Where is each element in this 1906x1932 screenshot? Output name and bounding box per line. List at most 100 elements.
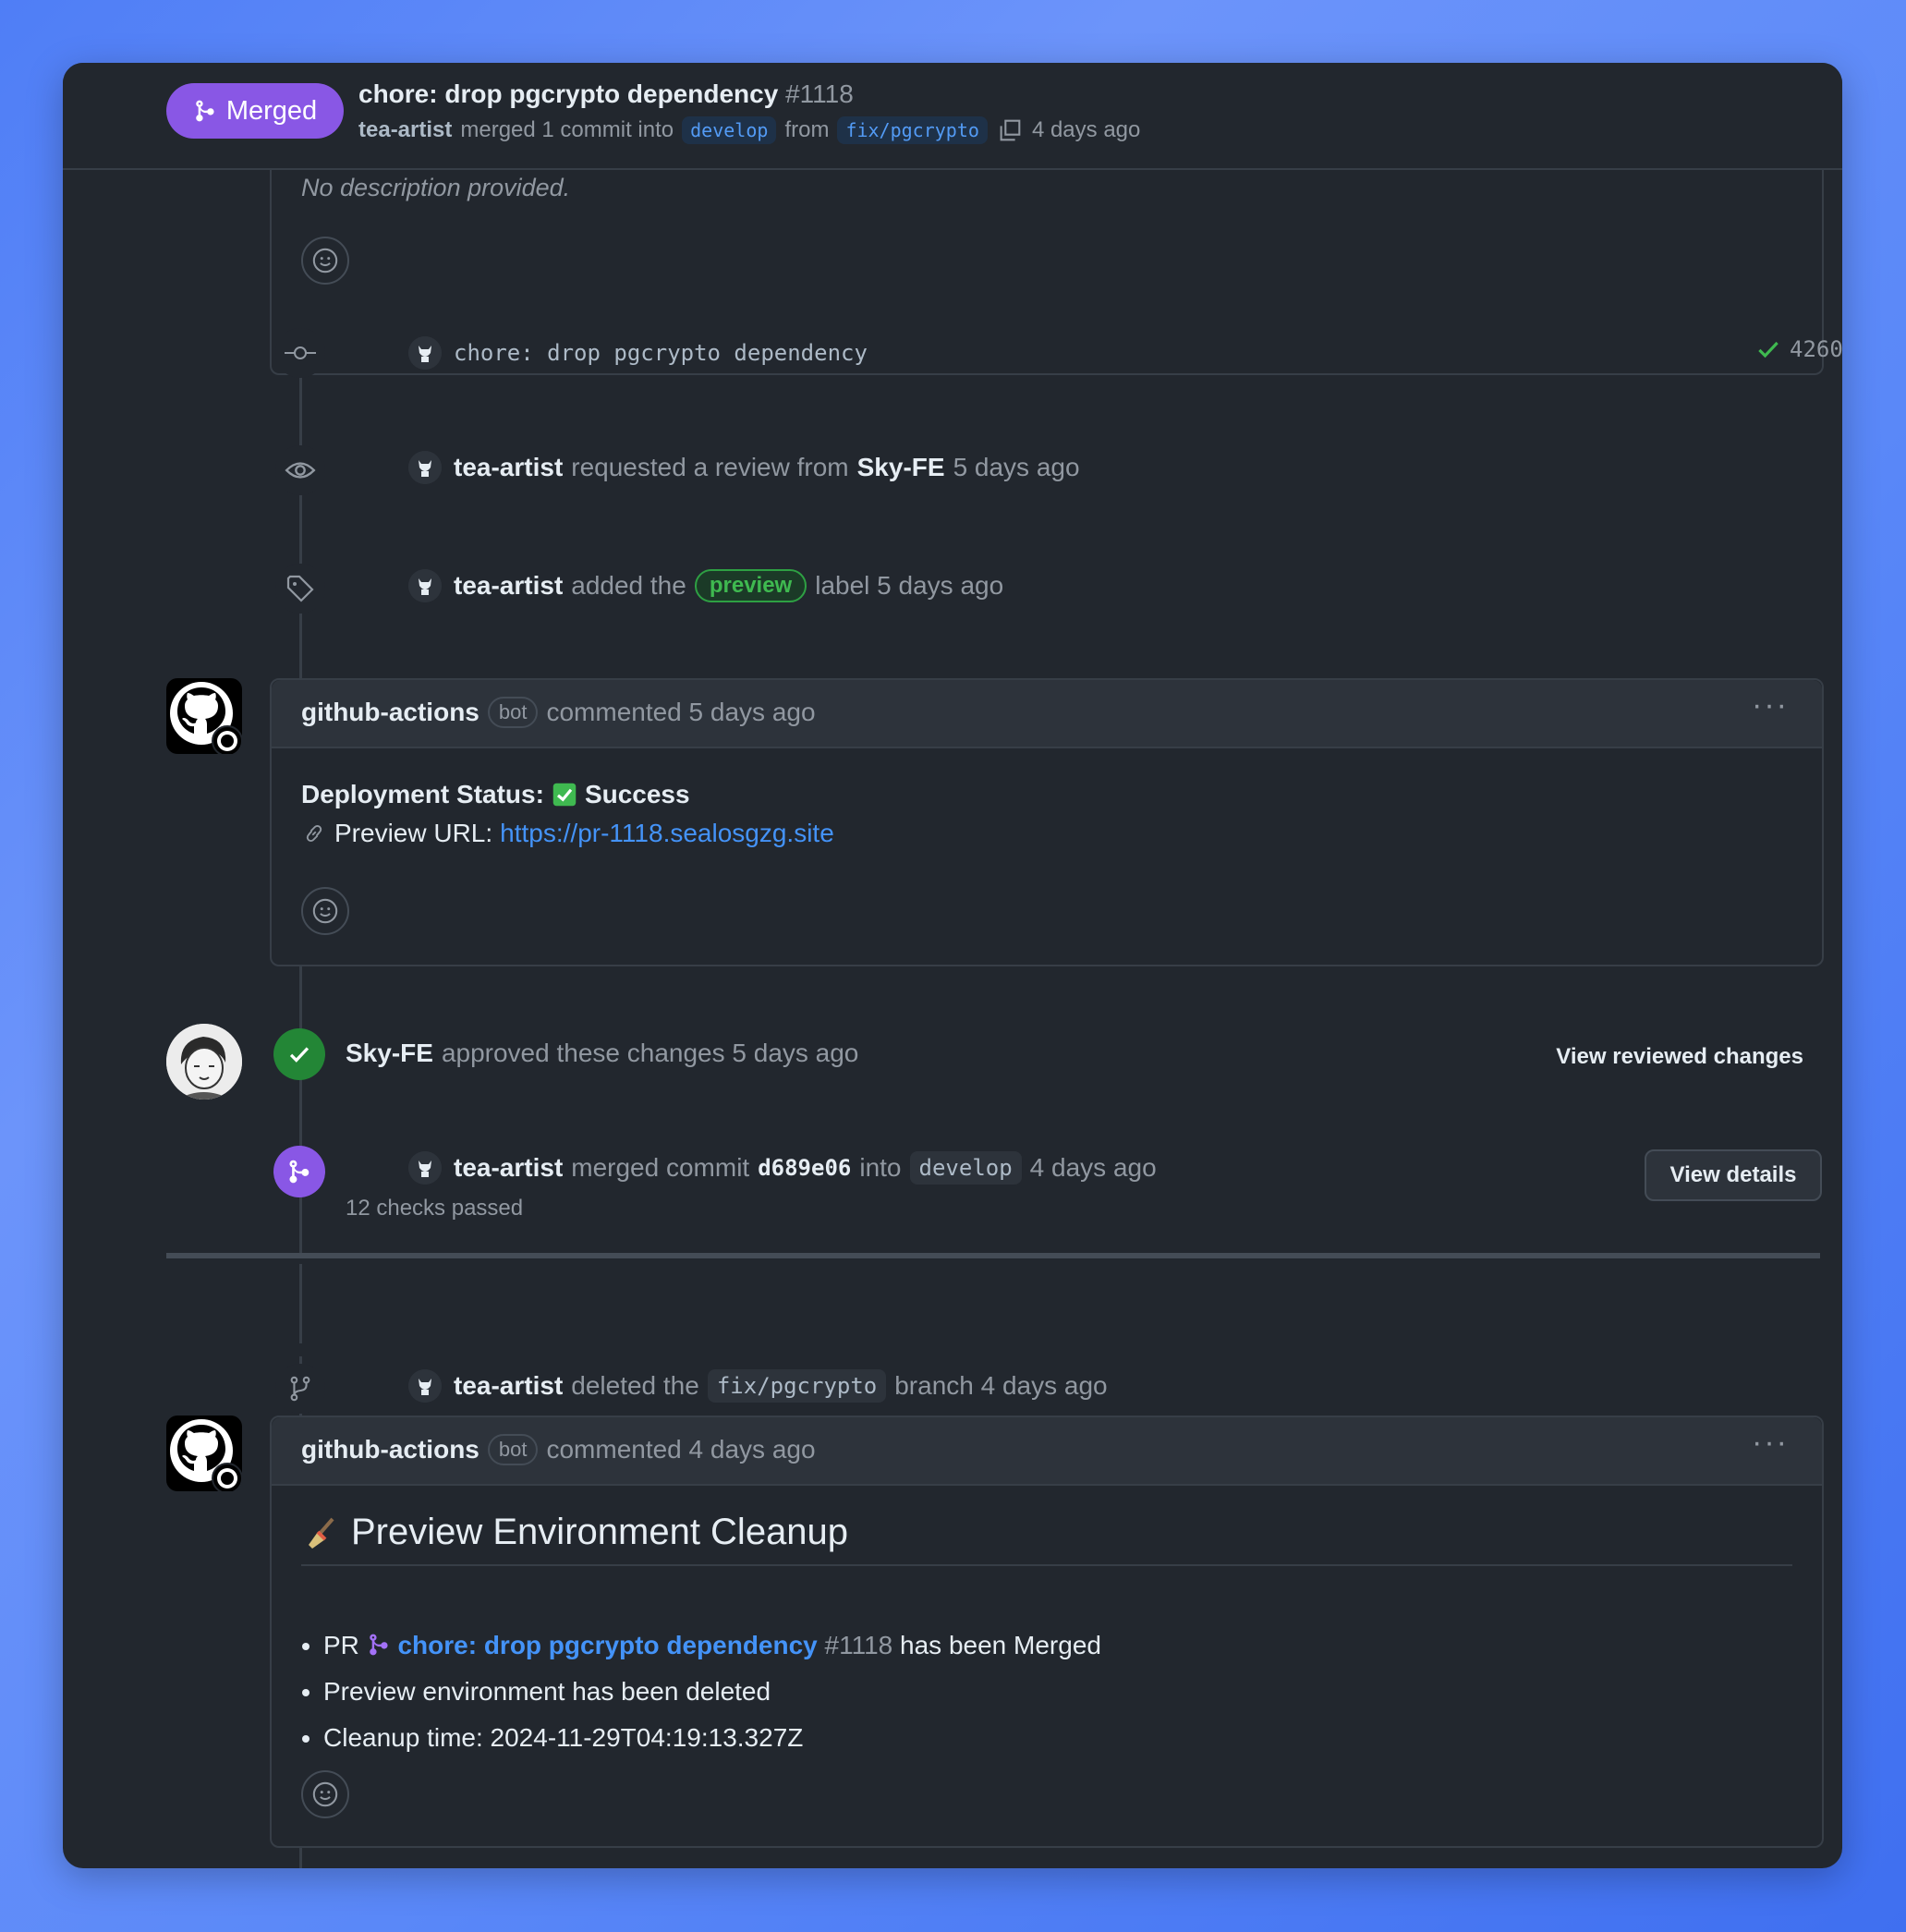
- pr-author[interactable]: tea-artist: [358, 117, 452, 143]
- preview-url-link[interactable]: https://pr-1118.sealosgzg.site: [500, 819, 834, 848]
- comment-box: github-actions bot commented 5 days ago …: [270, 678, 1824, 966]
- timeline-line: [299, 965, 302, 1253]
- tea-artist-avatar[interactable]: [408, 569, 442, 602]
- timeline-divider: [166, 1253, 1820, 1258]
- pr-title-text[interactable]: chore: drop pgcrypto dependency: [358, 79, 778, 108]
- preview-url-line: Preview URL: https://pr-1118.sealosgzg.s…: [301, 819, 834, 848]
- git-merge-icon: [289, 1160, 310, 1184]
- delete-actor[interactable]: tea-artist: [454, 1371, 563, 1401]
- list-item: Cleanup time: 2024-11-29T04:19:13.327Z: [323, 1715, 1101, 1761]
- merge-time: 4 days ago: [1029, 1153, 1157, 1182]
- tea-artist-avatar[interactable]: [408, 1369, 442, 1403]
- review-request-time: 5 days ago: [953, 453, 1080, 481]
- review-request-text: requested a review from: [571, 453, 849, 481]
- comment-meta[interactable]: commented 4 days ago: [546, 1435, 815, 1464]
- pr-sticky-header: Merged chore: drop pgcrypto dependency #…: [63, 63, 1842, 170]
- timeline-line: [299, 1846, 302, 1868]
- github-actions-avatar[interactable]: [166, 678, 243, 757]
- add-reaction-button[interactable]: [301, 887, 349, 935]
- merge-sha[interactable]: d689e06: [758, 1155, 851, 1181]
- review-request-event: tea-artist requested a review from Sky-F…: [408, 451, 1080, 484]
- pr-window: Merged chore: drop pgcrypto dependency #…: [63, 63, 1842, 1868]
- merge-actor[interactable]: tea-artist: [454, 1153, 563, 1183]
- smiley-icon: [312, 898, 338, 924]
- bot-badge: bot: [487, 1434, 539, 1465]
- add-reaction-button[interactable]: [301, 1770, 349, 1818]
- bot-badge: bot: [487, 697, 539, 728]
- comment-author[interactable]: github-actions: [301, 1435, 480, 1464]
- merge-event: tea-artist merged commit d689e06 into de…: [408, 1151, 1157, 1185]
- pr-prefix: PR: [323, 1631, 359, 1659]
- deployment-status-value: Success: [584, 780, 690, 808]
- comment-author[interactable]: github-actions: [301, 698, 480, 727]
- comment-meta[interactable]: commented 5 days ago: [546, 698, 815, 727]
- label-event-text-before: added the: [571, 571, 686, 600]
- commit-status: 42607f7: [1755, 336, 1842, 362]
- github-icon: [170, 682, 243, 757]
- delete-text-before: deleted the: [571, 1371, 699, 1400]
- delete-branch-event-icon: [275, 1364, 325, 1414]
- comment-header: github-actions bot commented 5 days ago …: [272, 680, 1822, 748]
- broom-icon: [309, 1517, 334, 1549]
- base-branch-chip[interactable]: develop: [682, 116, 777, 144]
- view-reviewed-changes-link[interactable]: View reviewed changes: [1556, 1044, 1803, 1070]
- approved-icon: [273, 1028, 325, 1080]
- tag-icon: [286, 575, 314, 602]
- review-request-event-icon: [275, 445, 325, 495]
- comment-box: github-actions bot commented 4 days ago …: [270, 1416, 1824, 1848]
- merged-badge-label: Merged: [225, 95, 318, 126]
- merge-branch-chip[interactable]: develop: [909, 1151, 1022, 1185]
- approval-text: approved these changes 5 days ago: [441, 1039, 859, 1067]
- checks-passed-text[interactable]: 12 checks passed: [346, 1196, 523, 1221]
- preview-url-label: Preview URL:: [334, 819, 493, 847]
- pr-from-text: from: [784, 117, 830, 142]
- github-actions-avatar[interactable]: [166, 1416, 243, 1494]
- commit-row: chore: drop pgcrypto dependency: [408, 336, 868, 370]
- pr-subtitle: tea-artist merged 1 commit into develop …: [358, 116, 1140, 144]
- review-request-reviewer[interactable]: Sky-FE: [857, 453, 945, 482]
- copy-icon[interactable]: [996, 116, 1024, 144]
- head-branch-chip[interactable]: fix/pgcrypto: [837, 116, 988, 144]
- label-event-icon: [275, 564, 325, 614]
- check-icon[interactable]: [1755, 336, 1781, 362]
- comment-header-meta: github-actions bot commented 5 days ago: [301, 697, 816, 728]
- tea-artist-avatar[interactable]: [408, 336, 442, 370]
- sky-fe-avatar[interactable]: [166, 1024, 242, 1100]
- check-icon: [289, 1047, 310, 1063]
- timeline-line: [299, 1264, 302, 1343]
- git-branch-icon: [290, 1376, 310, 1402]
- review-request-actor[interactable]: tea-artist: [454, 453, 563, 482]
- pr-link[interactable]: chore: drop pgcrypto dependency: [397, 1631, 817, 1659]
- pr-link-number: #1118: [824, 1631, 893, 1659]
- checkmark-box-icon: [552, 783, 577, 807]
- preview-label-chip[interactable]: preview: [694, 569, 807, 602]
- commit-sha[interactable]: 42607f7: [1790, 336, 1842, 362]
- merge-into: into: [859, 1153, 902, 1182]
- git-merge-icon: [369, 1634, 388, 1656]
- pr-merge-text: merged 1 commit into: [460, 117, 674, 142]
- comment-header: github-actions bot commented 4 days ago …: [272, 1417, 1822, 1486]
- merge-event-icon: [273, 1146, 325, 1197]
- add-reaction-button[interactable]: [301, 237, 349, 285]
- comment-options-button[interactable]: ···: [1752, 1425, 1789, 1461]
- tea-artist-avatar[interactable]: [408, 451, 442, 484]
- label-event-actor[interactable]: tea-artist: [454, 571, 563, 601]
- cleanup-list: PR chore: drop pgcrypto dependency #1118…: [281, 1622, 1101, 1761]
- list-item: PR chore: drop pgcrypto dependency #1118…: [323, 1622, 1101, 1669]
- pr-time: 4 days ago: [1031, 117, 1141, 142]
- pr-title: chore: drop pgcrypto dependency #1118: [358, 79, 854, 109]
- delete-branch-event: tea-artist deleted the fix/pgcrypto bran…: [408, 1369, 1108, 1403]
- tea-artist-avatar[interactable]: [408, 1151, 442, 1185]
- link-icon: [306, 824, 322, 843]
- deleted-branch-chip: fix/pgcrypto: [707, 1369, 887, 1403]
- approval-actor[interactable]: Sky-FE: [346, 1039, 433, 1068]
- commit-message[interactable]: chore: drop pgcrypto dependency: [454, 340, 868, 366]
- pr-number: #1118: [785, 79, 854, 108]
- comment-options-button[interactable]: ···: [1752, 687, 1789, 723]
- view-details-button[interactable]: View details: [1645, 1149, 1822, 1201]
- description-text: No description provided.: [301, 174, 571, 201]
- smiley-icon: [312, 248, 338, 273]
- deployment-status-line: Deployment Status: Success: [301, 780, 690, 809]
- label-event-text-after: label 5 days ago: [815, 571, 1004, 600]
- commit-icon: [275, 328, 325, 378]
